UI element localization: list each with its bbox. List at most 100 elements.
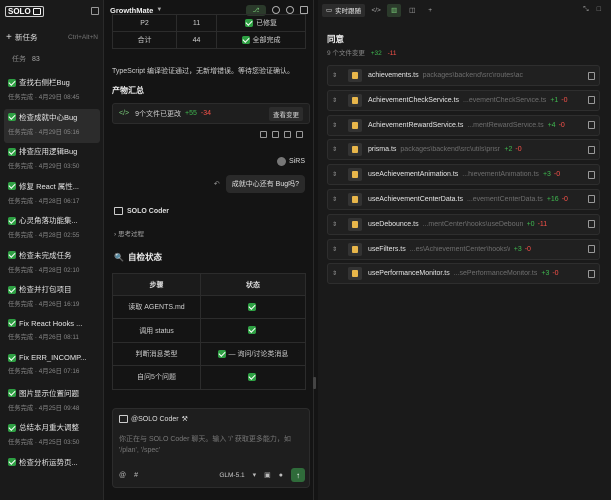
task-item[interactable]: Fix React Hooks ... 任务完成 · 4月26日 08:11: [4, 316, 100, 351]
expand-icon[interactable]: ⇕: [332, 72, 342, 79]
file-change-row[interactable]: ⇕ achievements.ts packages\backend\src\rou…: [327, 65, 600, 86]
expand-icon[interactable]: ⇕: [332, 97, 342, 104]
close-icon[interactable]: □: [597, 6, 601, 14]
file-change-row[interactable]: ⇕ prisma.ts packages\backend\src\utils\pri…: [327, 139, 600, 161]
table-header: 步骤 状态: [112, 273, 306, 296]
add-icon[interactable]: +: [423, 4, 437, 17]
model-selector[interactable]: GLM-5.1: [219, 472, 244, 479]
user-message-row: ↶ 成就中心还有 Bug吗?: [214, 175, 305, 193]
new-task-button[interactable]: + 新任务 Ctrl+Alt+N: [6, 31, 98, 43]
file-icon: [348, 93, 362, 107]
collapse-icon[interactable]: ⤡: [583, 6, 589, 14]
task-item[interactable]: 检查未完成任务 任务完成 · 4月28日 02:10: [4, 247, 100, 282]
file-change-row[interactable]: ⇕ AchievementRewardService.ts ...mentRewar…: [327, 114, 600, 136]
tab-live-follow[interactable]: ▭ 实时跟随: [322, 3, 366, 17]
additions: +3: [513, 245, 522, 253]
status-paragraph: TypeScript 编译验证通过，无新增错误。等待您验证确认。: [112, 68, 295, 75]
copy-icon[interactable]: [588, 170, 595, 179]
check-icon: [241, 36, 250, 44]
task-item[interactable]: 检查分析运势页...: [4, 454, 100, 489]
scrollbar[interactable]: [313, 377, 316, 389]
thumbs-up-icon[interactable]: [260, 131, 267, 138]
task-item[interactable]: 查找右侧栏Bug 任务完成 · 4月29日 08:45: [4, 74, 100, 109]
check-icon: [8, 285, 16, 294]
copy-icon[interactable]: [588, 220, 595, 229]
file-icon: [348, 192, 362, 206]
copy-icon[interactable]: [588, 269, 595, 278]
task-status: 任务完成 · 4月26日 07:16: [8, 368, 80, 375]
task-status: 任务完成 · 4月26日 08:11: [8, 333, 79, 341]
thumbs-down-icon[interactable]: [272, 131, 279, 138]
check-icon: [217, 349, 226, 358]
image-icon[interactable]: ▣: [264, 471, 271, 479]
file-change-row[interactable]: ⇕ usePerformanceMonitor.ts ...sePerformanc…: [327, 263, 600, 285]
file-name: usePerformanceMonitor.ts: [368, 270, 450, 278]
file-change-row[interactable]: ⇕ useDebounce.ts ...mentCenter\hooks\useDe…: [327, 213, 600, 235]
task-title: 总结本月重大调整: [8, 422, 96, 433]
code-icon[interactable]: </>: [369, 4, 383, 17]
at-icon[interactable]: @: [119, 472, 126, 479]
file-change-row[interactable]: ⇕ useFilters.ts ...es\AchievementCenter\ho…: [327, 238, 600, 260]
settings-icon[interactable]: [286, 6, 294, 14]
expand-icon[interactable]: ⇕: [332, 196, 342, 203]
agent-label: SOLO Coder: [114, 207, 169, 215]
changes-card[interactable]: </> 9个文件已更改 +55 -34 查看变更: [112, 103, 310, 124]
file-change-row[interactable]: ⇕ useAchievementCenterData.ts ...evementCe…: [327, 188, 600, 210]
chevron-down-icon[interactable]: ▾: [253, 471, 257, 479]
view-changes-button[interactable]: 查看变更: [269, 106, 303, 121]
copy-icon[interactable]: [588, 145, 595, 154]
task-status: 任务完成 · 4月29日 05:16: [8, 128, 80, 136]
file-icon: [348, 267, 362, 281]
additions: +3: [542, 171, 551, 179]
magnifier-icon: 🔍: [114, 252, 124, 262]
file-path: ...evementCheckService.ts: [463, 96, 547, 104]
expand-icon[interactable]: ⇕: [332, 221, 342, 228]
file-name: achievements.ts: [368, 72, 419, 79]
split-icon[interactable]: ◫: [405, 4, 419, 17]
hash-icon[interactable]: #: [134, 472, 138, 479]
self-check-table: 步骤 状态 读取 AGENTS.md 调用 status 判断消息类型 — 询问…: [112, 273, 306, 390]
layout-icon[interactable]: [300, 6, 308, 14]
chat-input-placeholder[interactable]: 你正在与 SOLO Coder 聊天。输入 '/' 获取更多能力，如 '/pla…: [119, 434, 305, 456]
undo-icon[interactable]: ↶: [214, 180, 220, 188]
file-change-row[interactable]: ⇕ useAchievementAnimation.ts ...hievementA…: [327, 164, 600, 186]
task-title: Fix React Hooks ...: [8, 319, 96, 328]
copy-icon[interactable]: [284, 131, 291, 138]
mic-icon[interactable]: ●: [279, 472, 283, 479]
username: SiRS: [289, 158, 305, 165]
expand-icon[interactable]: ⇕: [332, 246, 342, 253]
expand-icon[interactable]: ⇕: [332, 146, 342, 153]
diff-icon[interactable]: ▥: [387, 3, 402, 17]
copy-icon[interactable]: [588, 245, 595, 254]
task-item[interactable]: Fix ERR_INCOMP... 任务完成 · 4月26日 07:16: [4, 350, 100, 385]
task-item[interactable]: 检查成就中心Bug 任务完成 · 4月29日 05:16: [4, 108, 100, 143]
copy-icon[interactable]: [588, 71, 595, 80]
solo-logo: SOLO: [5, 5, 44, 17]
agent-mention[interactable]: @SOLO Coder ⚒: [119, 415, 188, 423]
task-status: 任务完成 · 4月28日 02:10: [8, 266, 80, 274]
file-change-row[interactable]: ⇕ AchievementCheckService.ts ...evementChe…: [327, 89, 600, 111]
right-tabs: ▭ 实时跟随 </> ▥ ◫ + ⤡ □: [318, 0, 611, 20]
copy-icon[interactable]: [588, 195, 595, 204]
expand-icon[interactable]: ⇕: [332, 171, 342, 178]
send-button[interactable]: ↑: [291, 468, 305, 482]
copy-icon[interactable]: [588, 96, 595, 105]
task-item[interactable]: 排查应用逻辑Bug 任务完成 · 4月29日 03:50: [4, 143, 100, 178]
task-item[interactable]: 总结本月重大调整 任务完成 · 4月25日 03:50: [4, 419, 100, 454]
file-path: packages\backend\src\utils\prisma.ts: [400, 146, 500, 154]
thinking-toggle[interactable]: › 思考过程: [114, 228, 144, 238]
change-summary: 9 个文件变更 +32 -11: [327, 50, 397, 57]
history-icon[interactable]: [272, 6, 280, 14]
task-item[interactable]: 心灵角落功能集... 任务完成 · 4月28日 02:55: [4, 212, 100, 247]
copy-icon[interactable]: [588, 121, 595, 130]
chat-input-box[interactable]: @SOLO Coder ⚒ 你正在与 SOLO Coder 聊天。输入 '/' …: [112, 408, 310, 488]
task-item[interactable]: 检查并打包项目 任务完成 · 4月26日 16:19: [4, 281, 100, 316]
chevron-down-icon[interactable]: ▼: [156, 7, 162, 13]
table-row: 自问5个问题: [112, 365, 306, 390]
task-item[interactable]: 图片显示位置问题 任务完成 · 4月25日 09:48: [4, 385, 100, 420]
more-icon[interactable]: [296, 131, 303, 138]
expand-icon[interactable]: ⇕: [332, 122, 342, 129]
expand-icon[interactable]: ⇕: [332, 270, 342, 277]
sidebar-toggle-icon[interactable]: [91, 7, 99, 15]
task-item[interactable]: 修复 React 属性... 任务完成 · 4月28日 06:17: [4, 178, 100, 213]
